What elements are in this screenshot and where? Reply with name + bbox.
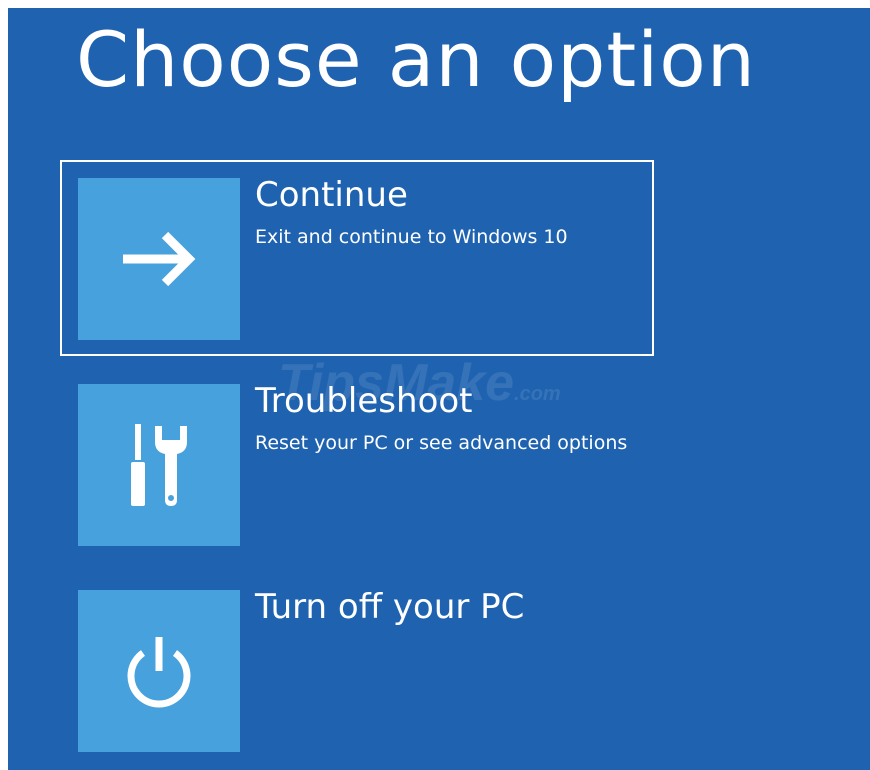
power-icon xyxy=(127,637,191,708)
arrow-right-icon xyxy=(123,231,196,287)
option-continue-tile xyxy=(78,178,240,340)
option-continue[interactable]: Continue Exit and continue to Windows 10 xyxy=(60,160,654,356)
tools-icon xyxy=(131,424,187,506)
option-continue-label: Continue xyxy=(255,175,408,215)
page-title: Choose an option xyxy=(76,15,756,104)
option-troubleshoot-tile xyxy=(78,384,240,546)
option-turn-off[interactable]: Turn off your PC xyxy=(60,572,654,768)
option-continue-description: Exit and continue to Windows 10 xyxy=(255,226,568,248)
option-troubleshoot[interactable]: Troubleshoot Reset your PC or see advanc… xyxy=(60,366,654,562)
option-turn-off-tile xyxy=(78,590,240,752)
option-turn-off-label: Turn off your PC xyxy=(255,587,525,627)
recovery-screen: Choose an option TipsMake.com Continue E… xyxy=(8,8,870,770)
option-troubleshoot-description: Reset your PC or see advanced options xyxy=(255,432,628,454)
option-troubleshoot-label: Troubleshoot xyxy=(255,381,473,421)
